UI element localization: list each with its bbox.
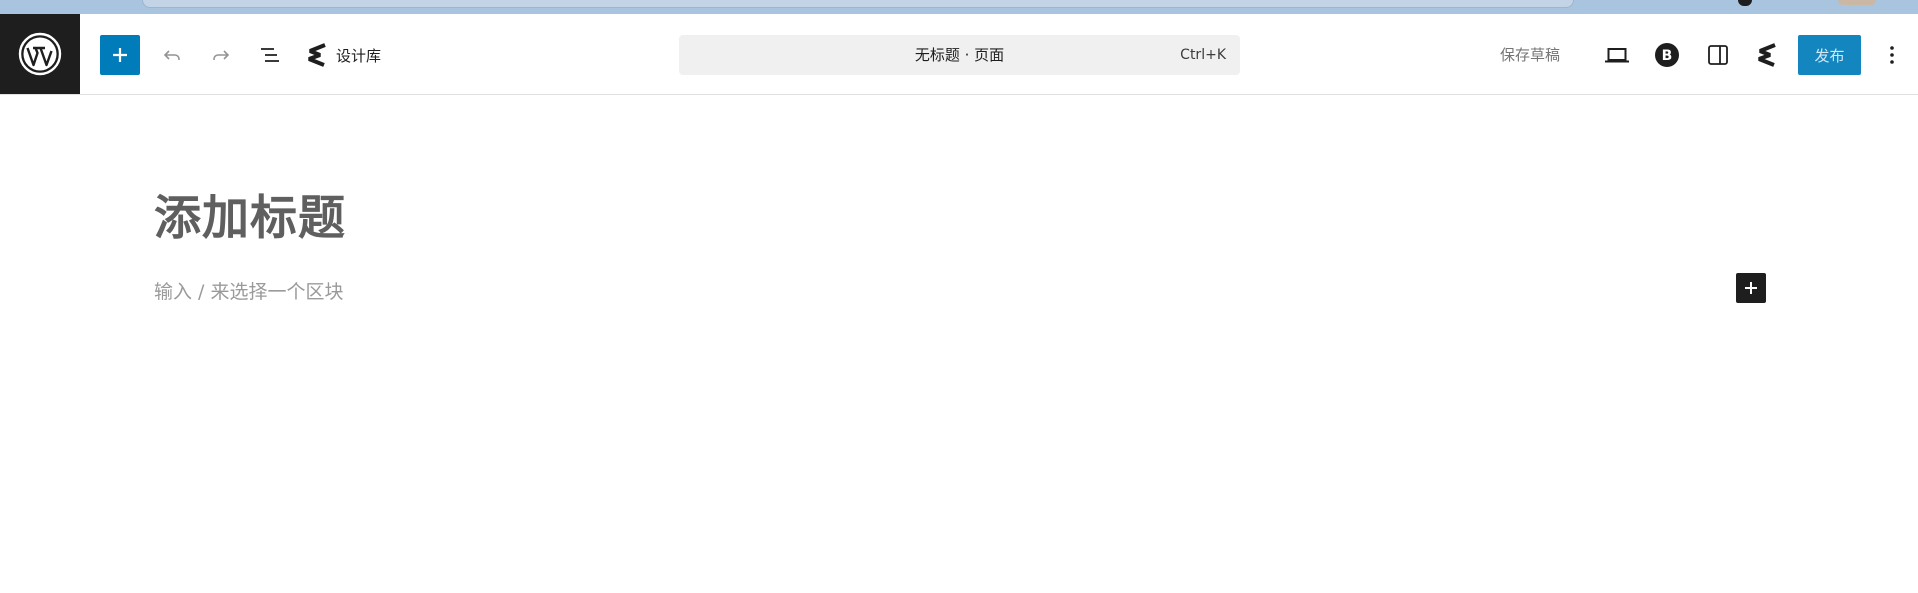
browser-address-bar[interactable] [142, 0, 1574, 8]
command-shortcut-hint: Ctrl+K [1180, 47, 1226, 63]
design-library-button[interactable]: 设计库 [306, 35, 381, 75]
editor-canvas: 添加标题 输入 / 来选择一个区块 [0, 95, 1918, 593]
spectra-icon [1758, 43, 1776, 67]
save-draft-button[interactable]: 保存草稿 [1500, 35, 1560, 75]
svg-text:B: B [1662, 48, 1673, 64]
list-view-icon [261, 48, 279, 62]
plus-icon [1745, 282, 1757, 294]
sidebar-toggle-icon [1708, 45, 1728, 65]
publish-button[interactable]: 发布 [1798, 35, 1861, 75]
undo-button[interactable] [152, 35, 192, 75]
spectra-button[interactable] [1747, 35, 1787, 75]
b-extension-button[interactable]: B [1647, 35, 1687, 75]
wordpress-logo-button[interactable] [0, 14, 80, 94]
document-overview-button[interactable] [250, 35, 290, 75]
settings-sidebar-button[interactable] [1698, 35, 1738, 75]
wordpress-logo-icon [18, 32, 62, 76]
block-appender-placeholder[interactable]: 输入 / 来选择一个区块 [154, 277, 343, 304]
spectra-icon [308, 43, 326, 67]
laptop-icon [1605, 48, 1629, 63]
browser-extension-icon[interactable] [1738, 0, 1752, 6]
options-menu-button[interactable] [1872, 35, 1912, 75]
command-palette-bar[interactable]: 无标题 · 页面 Ctrl+K [679, 35, 1240, 75]
block-inserter-toggle[interactable] [1736, 273, 1766, 303]
editor-header: 设计库 无标题 · 页面 Ctrl+K 保存草稿 B 发布 [0, 14, 1918, 95]
document-title: 无标题 · 页面 [914, 46, 1005, 64]
plus-icon [113, 48, 127, 62]
more-vertical-icon [1890, 46, 1894, 64]
preview-button[interactable] [1597, 35, 1637, 75]
redo-button[interactable] [201, 35, 241, 75]
redo-icon [213, 50, 230, 60]
browser-profile-avatar[interactable] [1838, 0, 1876, 5]
post-title-input[interactable]: 添加标题 [154, 179, 346, 248]
publish-label: 发布 [1814, 46, 1845, 65]
b-circle-icon: B [1655, 43, 1679, 67]
block-inserter-button[interactable] [100, 35, 140, 75]
browser-chrome-strip [0, 0, 1918, 14]
undo-icon [163, 50, 180, 60]
design-library-label: 设计库 [336, 46, 382, 65]
